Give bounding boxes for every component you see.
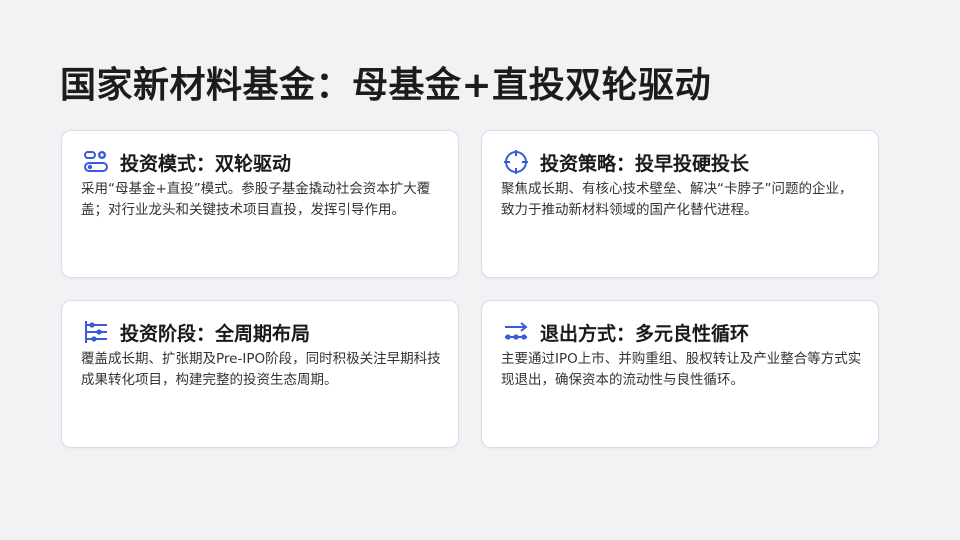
card-title: 退出方式：多元良性循环: [540, 322, 750, 345]
card-investment-mode: 投资模式：双轮驱动 采用“母基金+直投”模式。参股子基金撬动社会资本扩大覆盖；对…: [61, 130, 459, 278]
card-investment-stage: 投资阶段：全周期布局 覆盖成长期、扩张期及Pre-IPO阶段，同时积极关注早期科…: [61, 300, 459, 448]
card-header: 投资策略：投早投硬投长: [502, 147, 749, 177]
card-header: 投资模式：双轮驱动: [82, 147, 291, 177]
card-title: 投资阶段：全周期布局: [120, 322, 311, 345]
card-description: 覆盖成长期、扩张期及Pre-IPO阶段，同时积极关注早期科技成果转化项目，构建完…: [81, 351, 441, 388]
page-title: 国家新材料基金：母基金+直投双轮驱动: [60, 65, 712, 106]
card-header: 投资阶段：全周期布局: [82, 317, 310, 347]
card-description: 聚焦成长期、有核心技术壁垒、解决“卡脖子”问题的企业，致力于推动新材料领域的国产…: [501, 181, 853, 218]
card-description: 主要通过IPO上市、并购重组、股权转让及产业整合等方式实现退出，确保资本的流动性…: [501, 351, 862, 388]
target-crosshair-icon: [502, 148, 530, 176]
card-investment-strategy: 投资策略：投早投硬投长 聚焦成长期、有核心技术壁垒、解决“卡脖子”问题的企业，致…: [481, 130, 879, 278]
timeline-stages-icon: [82, 318, 110, 346]
card-description: 采用“母基金+直投”模式。参股子基金撬动社会资本扩大覆盖；对行业龙头和关键技术项…: [81, 181, 431, 218]
card-title: 投资策略：投早投硬投长: [540, 152, 750, 175]
exit-arrows-icon: [502, 318, 530, 346]
card-title: 投资模式：双轮驱动: [120, 152, 292, 175]
card-header: 退出方式：多元良性循环: [502, 317, 749, 347]
card-exit-method: 退出方式：多元良性循环 主要通过IPO上市、并购重组、股权转让及产业整合等方式实…: [481, 300, 879, 448]
mode-toggle-icon: [82, 148, 110, 176]
